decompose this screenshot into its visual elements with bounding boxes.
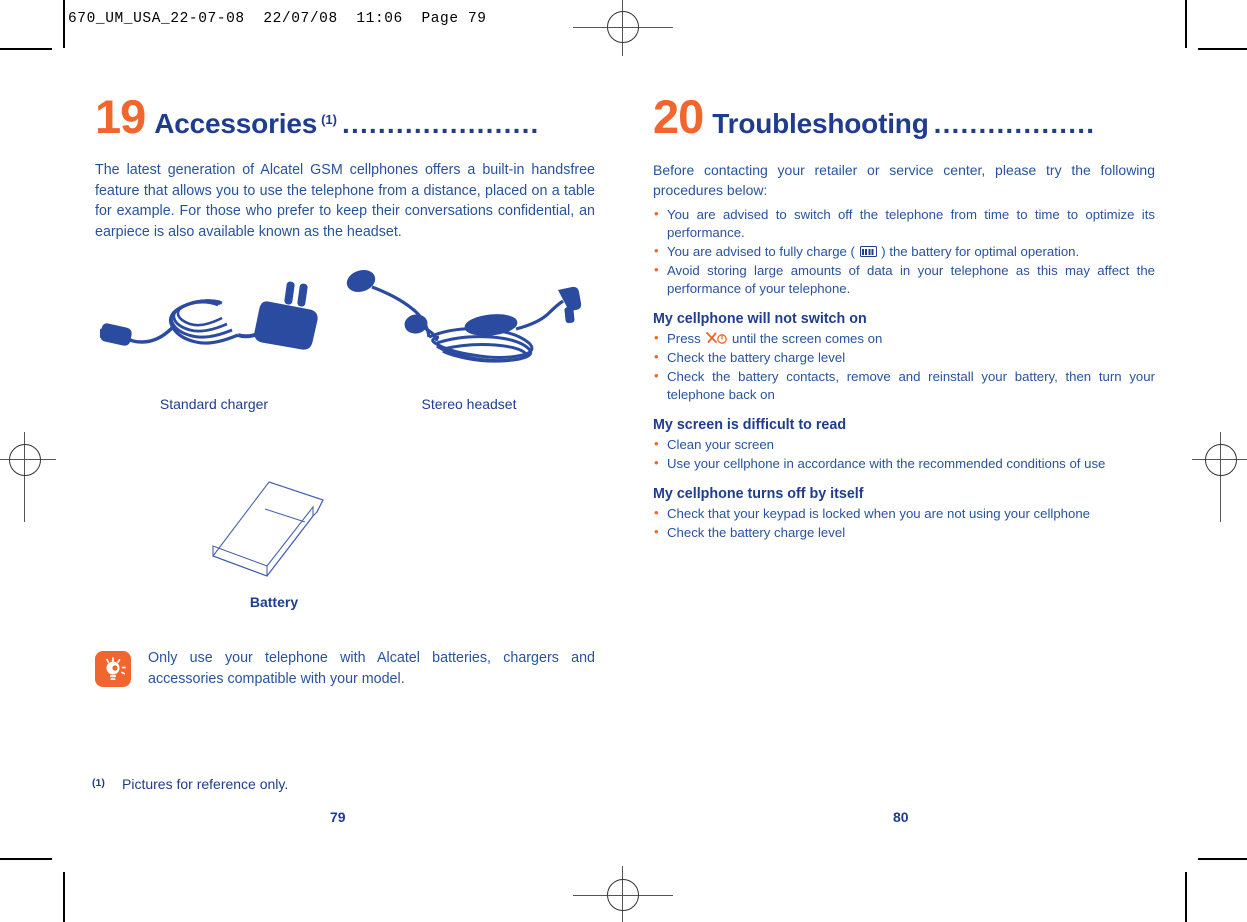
lightbulb-tip-icon [95, 651, 131, 687]
chapter-number: 20 [653, 90, 704, 143]
general-advice-list: You are advised to switch off the teleph… [653, 205, 1155, 298]
battery-caption: Battery [249, 594, 299, 610]
accessories-intro-paragraph: The latest generation of Alcatel GSM cel… [95, 162, 595, 240]
screen-difficult-list: Clean your screen Use your cellphone in … [653, 435, 1155, 473]
right-page-column: 20 Troubleshooting .................. Be… [653, 90, 1155, 544]
chapter-footnote-marker: (1) [321, 112, 337, 127]
battery-icon [859, 246, 877, 257]
stereo-headset-caption: Stereo headset [421, 396, 517, 412]
turns-off-list: Check that your keypad is locked when yo… [653, 504, 1155, 542]
standard-charger-caption: Standard charger [159, 396, 269, 412]
bullet-text: Avoid storing large amounts of data in y… [667, 263, 1155, 296]
list-item: Press until the screen comes on [653, 329, 1155, 348]
list-item: Check that your keypad is locked when yo… [653, 504, 1155, 523]
no-switch-on-list: Press until the screen comes on Check th… [653, 329, 1155, 404]
chapter-heading-troubleshooting: 20 Troubleshooting .................. [653, 90, 1155, 143]
accessories-note-text: Only use your telephone with Alcatel bat… [148, 650, 595, 687]
accessories-note: Only use your telephone with Alcatel bat… [95, 648, 595, 690]
chapter-title: Accessories [154, 108, 318, 139]
section-heading-screen-difficult: My screen is difficult to read [653, 417, 847, 433]
chapter-heading-accessories: 19 Accessories (1) .....................… [95, 90, 595, 143]
footnote-text: Pictures for reference only. [122, 776, 289, 792]
section-heading-turns-off: My cellphone turns off by itself [653, 486, 864, 502]
accessory-figures-row: Standard charger Stereo headset [95, 270, 595, 412]
chapter-leader-dots: .................. [933, 108, 1096, 139]
page-number-right: 80 [893, 809, 909, 825]
battery-image [205, 474, 355, 584]
bullet-text: Check the battery contacts, remove and r… [667, 369, 1155, 402]
bullet-text-after: ) the battery for optimal operation. [877, 244, 1080, 259]
bullet-text-after: until the screen comes on [728, 331, 883, 346]
bullet-text: Check the battery charge level [667, 350, 846, 365]
bullet-text: Press [667, 331, 705, 346]
standard-charger-image [99, 272, 330, 377]
bullet-text: You are advised to switch off the teleph… [667, 207, 1155, 240]
list-item: Check the battery charge level [653, 348, 1155, 367]
stereo-headset-image [343, 267, 593, 379]
page-footnote: (1) Pictures for reference only. [92, 776, 592, 792]
bullet-text: Clean your screen [667, 437, 775, 452]
bullet-text: Check that your keypad is locked when yo… [667, 506, 1090, 521]
chapter-title: Troubleshooting [712, 108, 929, 139]
section-heading-no-switch-on: My cellphone will not switch on [653, 311, 867, 327]
footnote-marker: (1) [92, 777, 105, 789]
list-item: Use your cellphone in accordance with th… [653, 454, 1155, 473]
list-item: You are advised to switch off the teleph… [653, 205, 1155, 242]
chapter-leader-dots: ...................... [341, 108, 540, 139]
bullet-text: Use your cellphone in accordance with th… [667, 456, 1106, 471]
list-item: Check the battery charge level [653, 523, 1155, 542]
page-number-left: 79 [330, 809, 346, 825]
list-item: Avoid storing large amounts of data in y… [653, 261, 1155, 298]
left-page-column: 19 Accessories (1) .....................… [92, 90, 595, 792]
troubleshooting-intro-paragraph: Before contacting your retailer or servi… [653, 162, 1155, 198]
chapter-number: 19 [95, 90, 146, 143]
list-item: Check the battery contacts, remove and r… [653, 367, 1155, 404]
bullet-text: You are advised to fully charge ( [667, 244, 859, 259]
power-key-icon [704, 330, 728, 345]
list-item: You are advised to fully charge ( ) the … [653, 242, 1155, 261]
bullet-text: Check the battery charge level [667, 525, 846, 540]
list-item: Clean your screen [653, 435, 1155, 454]
manual-spread: 19 Accessories (1) .....................… [0, 0, 1247, 922]
